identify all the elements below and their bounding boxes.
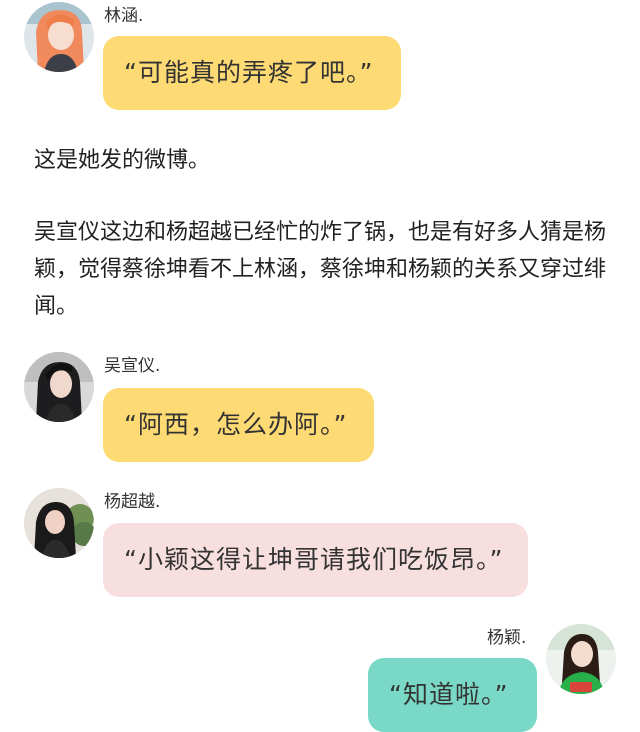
avatar-wuxuanyi[interactable]	[24, 352, 94, 422]
message-bubble-yangchaoyue[interactable]: “小颖这得让坤哥请我们吃饭昂。”	[103, 523, 528, 597]
sender-name-linhan: 林涵.	[104, 6, 144, 26]
sender-name-yangchaoyue: 杨超越.	[104, 492, 161, 512]
avatar-girl-green-shirt-icon	[546, 624, 616, 694]
message-bubble-yangying[interactable]: “知道啦。”	[368, 658, 537, 732]
sender-name-yangying: 杨颖.	[487, 628, 527, 648]
narration-story: 吴宣仪这边和杨超越已经忙的炸了锅，也是有好多人猜是杨颖，觉得蔡徐坤看不上林涵，蔡…	[34, 220, 607, 319]
message-bubble-wuxuanyi[interactable]: “阿西，怎么办阿。”	[103, 388, 374, 462]
avatar-dark-hair-girl-icon	[24, 352, 94, 422]
narration-weibo: 这是她发的微博。	[34, 148, 211, 173]
avatar-yangchaoyue[interactable]	[24, 488, 94, 558]
sender-name-wuxuanyi: 吴宣仪.	[104, 356, 161, 376]
avatar-linhan[interactable]	[24, 2, 94, 72]
message-bubble-linhan[interactable]: “可能真的弄疼了吧。”	[103, 36, 401, 110]
avatar-girl-with-plant-icon	[24, 488, 94, 558]
avatar-yangying[interactable]	[546, 624, 616, 694]
avatar-orange-hair-girl-icon	[24, 2, 94, 72]
